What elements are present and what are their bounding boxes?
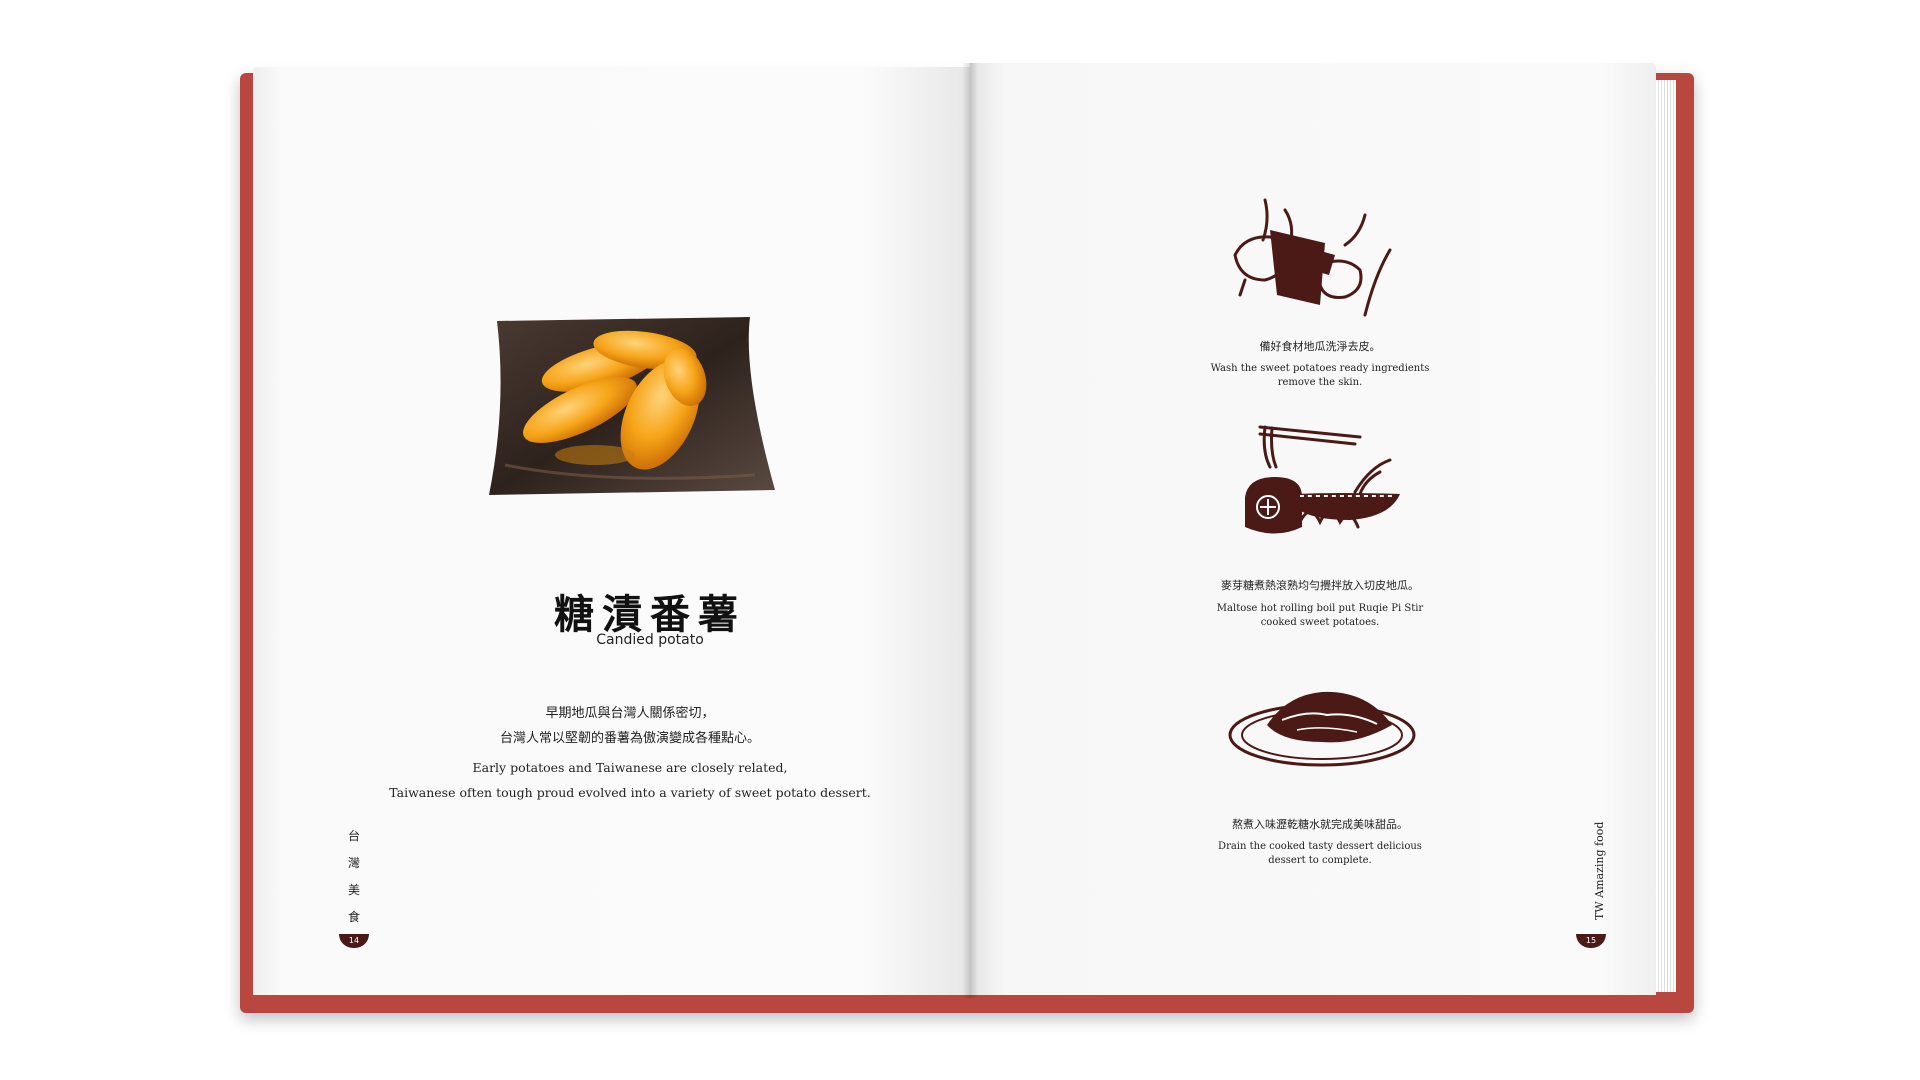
step-1-en-line-1: Wash the sweet potatoes ready ingredient… <box>1210 363 1430 374</box>
step-1-zh: 備好食材地瓜洗淨去皮。 <box>1259 340 1381 353</box>
cooking-pot-icon <box>1245 425 1400 534</box>
description-zh-line-2: 台灣人常以堅韌的番薯為傲演變成各種點心。 <box>499 731 760 746</box>
side-label-char: 食 <box>347 910 360 924</box>
side-label-char: 台 <box>347 829 360 843</box>
step-3-en-line-1: Drain the cooked tasty dessert delicious <box>1218 841 1422 852</box>
description-en-line-2: Taiwanese often tough proud evolved into… <box>389 785 871 800</box>
side-label-zh: 台 灣 美 食 <box>346 823 362 931</box>
step-1-en-line-2: remove the skin. <box>1277 377 1363 388</box>
plated-dessert-icon <box>1228 691 1416 767</box>
step-3-zh: 熬煮入味瀝乾糖水就完成美味甜品。 <box>1232 818 1408 831</box>
dish-title-en: Candied potato <box>596 632 704 648</box>
side-label-char: 灣 <box>347 856 360 870</box>
description-en-line-1: Early potatoes and Taiwanese are closely… <box>472 760 788 775</box>
step-2-zh: 麥芽糖煮熱滾熟均勻攪拌放入切皮地瓜。 <box>1221 579 1419 592</box>
step-2-en-line-1: Maltose hot rolling boil put Ruqie Pi St… <box>1216 603 1424 614</box>
candied-sweet-potato-photo <box>489 317 775 495</box>
side-label-en: TW Amazing food <box>1593 821 1606 920</box>
peeling-hands-icon <box>1233 198 1392 317</box>
page-edges <box>1656 80 1676 992</box>
book-gutter <box>962 63 978 998</box>
description-zh-line-1: 早期地瓜與台灣人關係密切， <box>545 706 715 721</box>
step-2-en-line-2: cooked sweet potatoes. <box>1260 617 1380 628</box>
side-label-char: 美 <box>347 883 360 897</box>
step-3-en-line-2: dessert to complete. <box>1268 855 1372 866</box>
